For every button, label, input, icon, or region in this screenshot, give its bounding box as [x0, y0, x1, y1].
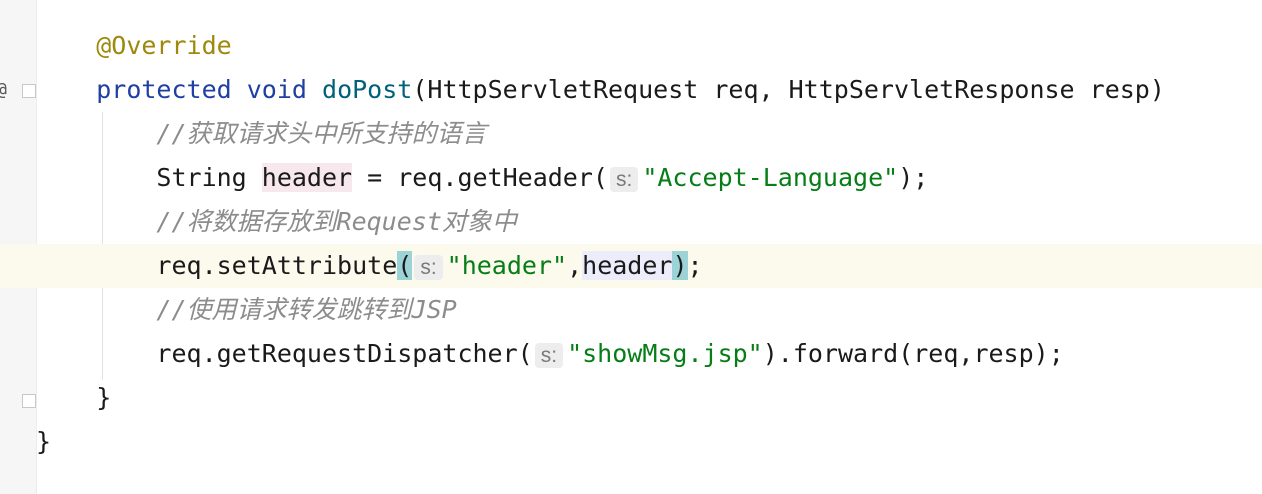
- code-line-10[interactable]: }: [36, 420, 1262, 464]
- string-literal: "header": [446, 251, 568, 280]
- parameter-hint: s:: [534, 343, 564, 368]
- variable-header-usage: header: [582, 251, 673, 280]
- code-line-4[interactable]: String header = req.getHeader(s: "Accept-…: [36, 156, 1262, 200]
- annotation: @Override: [96, 31, 232, 60]
- parameter-hint: s:: [609, 167, 639, 192]
- string-literal: "Accept-Language": [642, 163, 899, 192]
- code-line-9[interactable]: }: [36, 376, 1262, 420]
- comment: //使用请求转发跳转到JSP: [156, 295, 457, 324]
- matched-paren: (: [397, 251, 413, 280]
- code-line-6-current[interactable]: req.setAttribute(s: "header",header);: [0, 244, 1262, 288]
- code-text: = req.getHeader(: [352, 163, 608, 192]
- parameter-list: (HttpServletRequest req, HttpServletResp…: [412, 75, 1165, 104]
- keyword: void: [246, 75, 307, 104]
- closing-brace: }: [96, 383, 112, 412]
- keyword: protected: [96, 75, 232, 104]
- comment: //获取请求头中所支持的语言: [156, 119, 487, 148]
- comment: //将数据存放到Request对象中: [156, 207, 517, 236]
- parameter-hint: s:: [414, 255, 443, 280]
- code-text: String: [156, 163, 262, 192]
- variable-header: header: [261, 163, 353, 192]
- fold-open-icon[interactable]: [22, 84, 36, 98]
- code-text: ,: [567, 251, 583, 280]
- code-editor[interactable]: @Override protected void doPost(HttpServ…: [0, 0, 1262, 494]
- code-line-5[interactable]: //将数据存放到Request对象中: [36, 200, 1262, 244]
- method-name: doPost: [322, 75, 413, 104]
- code-line-2[interactable]: protected void doPost(HttpServletRequest…: [36, 68, 1262, 112]
- string-literal: "showMsg.jsp": [567, 339, 763, 368]
- code-line-1[interactable]: @Override: [36, 24, 1262, 68]
- closing-brace: }: [36, 427, 52, 456]
- code-text: ;: [687, 251, 703, 280]
- code-text: req.setAttribute: [156, 251, 398, 280]
- code-line-8[interactable]: req.getRequestDispatcher(s: "showMsg.jsp"…: [36, 332, 1262, 376]
- code-line-3[interactable]: //获取请求头中所支持的语言: [36, 112, 1262, 156]
- override-marker-icon[interactable]: @: [0, 79, 7, 100]
- fold-close-icon[interactable]: [22, 394, 36, 408]
- code-line-7[interactable]: //使用请求转发跳转到JSP: [36, 288, 1262, 332]
- code-text: req.getRequestDispatcher(: [156, 339, 533, 368]
- code-text: ).forward(req,resp);: [762, 339, 1064, 368]
- code-text: );: [898, 163, 929, 192]
- matched-paren: ): [672, 251, 688, 280]
